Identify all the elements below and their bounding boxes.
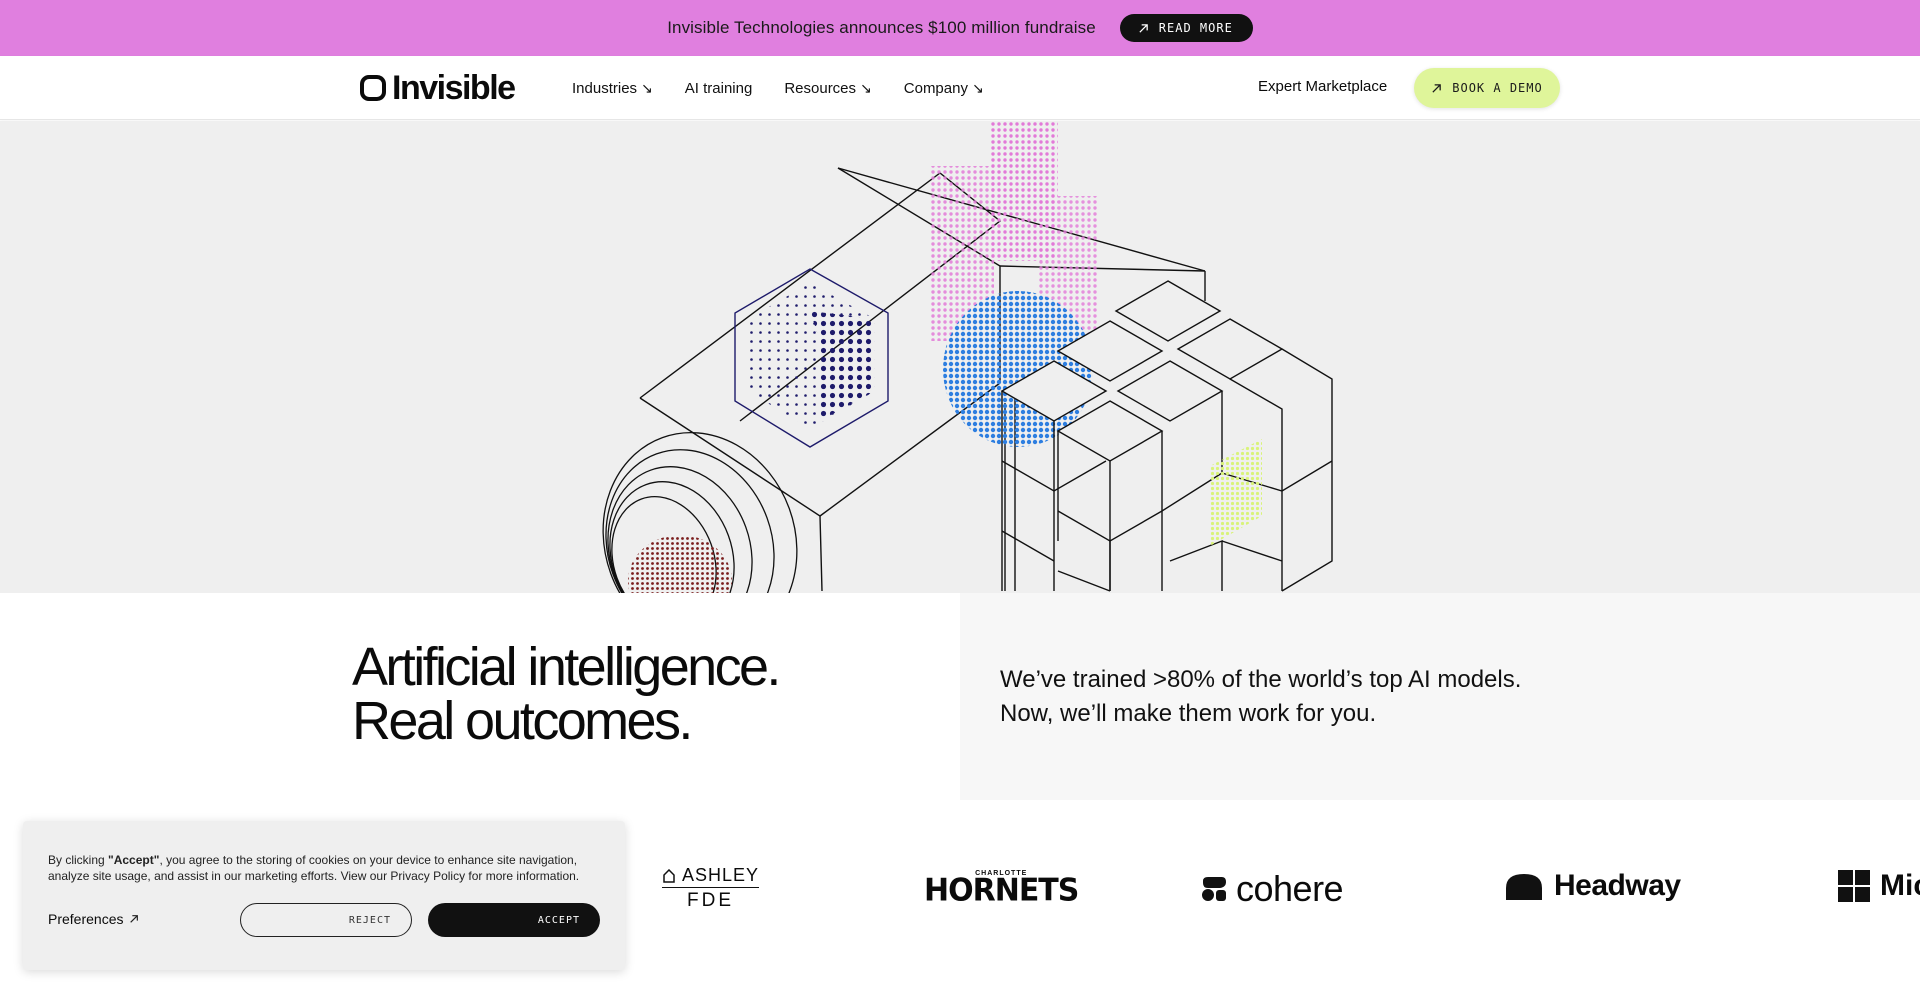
arrow-up-right-icon <box>1139 23 1148 33</box>
nav-item-label: Resources <box>784 79 857 97</box>
read-more-label: READ MORE <box>1158 21 1233 35</box>
preferences-link[interactable]: Preferences <box>48 911 139 927</box>
main-nav: Invisible Industries ↘ AI training Resou… <box>0 56 1920 120</box>
preferences-label: Preferences <box>48 911 124 927</box>
ashley-top-text: ASHLEY <box>682 865 760 885</box>
arrow-down-right-icon: ↘ <box>971 79 984 96</box>
arrow-down-right-icon: ↘ <box>641 79 653 96</box>
headway-logo-icon <box>1506 874 1542 900</box>
nav-item-label: Company <box>903 79 968 97</box>
arrow-up-right-icon <box>130 915 139 923</box>
nav-item-company[interactable]: Company ↘ <box>904 80 984 97</box>
cookie-text: By clicking "Accept", you agree to the s… <box>48 852 608 884</box>
cookie-text-prefix: By clicking <box>48 853 109 867</box>
headline-line-2: Real outcomes. <box>352 691 693 751</box>
isometric-artwork <box>602 121 1333 593</box>
nav-item-label: AI training <box>684 79 753 97</box>
subcopy-line-1: We’ve trained >80% of the world’s top AI… <box>1000 666 1522 693</box>
expert-marketplace-link[interactable]: Expert Marketplace <box>1258 78 1387 95</box>
cookie-text-bold: "Accept" <box>108 853 160 867</box>
read-more-button[interactable]: READ MORE <box>1119 14 1253 42</box>
ashley-logo: ASHLEY FDE <box>662 865 760 912</box>
microsoft-text: Mic <box>1880 869 1920 902</box>
arrow-up-right-icon <box>1432 83 1442 93</box>
invisible-logo-icon <box>360 75 386 101</box>
invisible-logo[interactable]: Invisible <box>360 69 516 107</box>
nav-links: Industries ↘ AI training Resources ↘ Com… <box>572 56 984 120</box>
headway-logo: Headway <box>1506 869 1681 903</box>
headway-text: Headway <box>1554 869 1681 902</box>
arrow-down-right-icon: ↘ <box>860 79 872 96</box>
cohere-text: cohere <box>1236 868 1344 909</box>
book-demo-label: BOOK A DEMO <box>1452 81 1543 95</box>
nav-item-industries[interactable]: Industries ↘ <box>572 80 653 97</box>
hero-illustration <box>0 121 1920 593</box>
microsoft-logo: Mic <box>1838 869 1920 903</box>
hornets-big-text: HORNETS <box>924 872 1079 909</box>
nav-item-label: Industries <box>572 79 638 97</box>
hornets-logo: CHARLOTTE HORNETS <box>924 870 1079 909</box>
cookie-banner: By clicking "Accept", you agree to the s… <box>23 821 625 970</box>
reject-button[interactable]: REJECT <box>240 903 412 937</box>
headline-line-1: Artificial intelligence. <box>352 637 781 697</box>
microsoft-logo-icon <box>1838 870 1870 902</box>
logo-text: Invisible <box>392 69 516 107</box>
subcopy-line-2: Now, we’ll make them work for you. <box>1000 700 1377 727</box>
cohere-logo: cohere <box>1200 868 1344 910</box>
cohere-logo-icon <box>1202 877 1226 901</box>
book-demo-button[interactable]: BOOK A DEMO <box>1414 68 1560 108</box>
announcement-text: Invisible Technologies announces $100 mi… <box>667 18 1096 37</box>
ashley-house-icon <box>663 868 675 883</box>
hero-headline: Artificial intelligence. Real outcomes. <box>352 637 781 751</box>
ashley-bottom-text: FDE <box>687 890 735 911</box>
hero-subcopy: We’ve trained >80% of the world’s top AI… <box>1000 663 1521 731</box>
nav-item-ai-training[interactable]: AI training <box>685 80 753 97</box>
accept-button[interactable]: ACCEPT <box>428 903 600 937</box>
nav-item-resources[interactable]: Resources ↘ <box>784 80 871 97</box>
announcement-bar: Invisible Technologies announces $100 mi… <box>0 0 1920 56</box>
